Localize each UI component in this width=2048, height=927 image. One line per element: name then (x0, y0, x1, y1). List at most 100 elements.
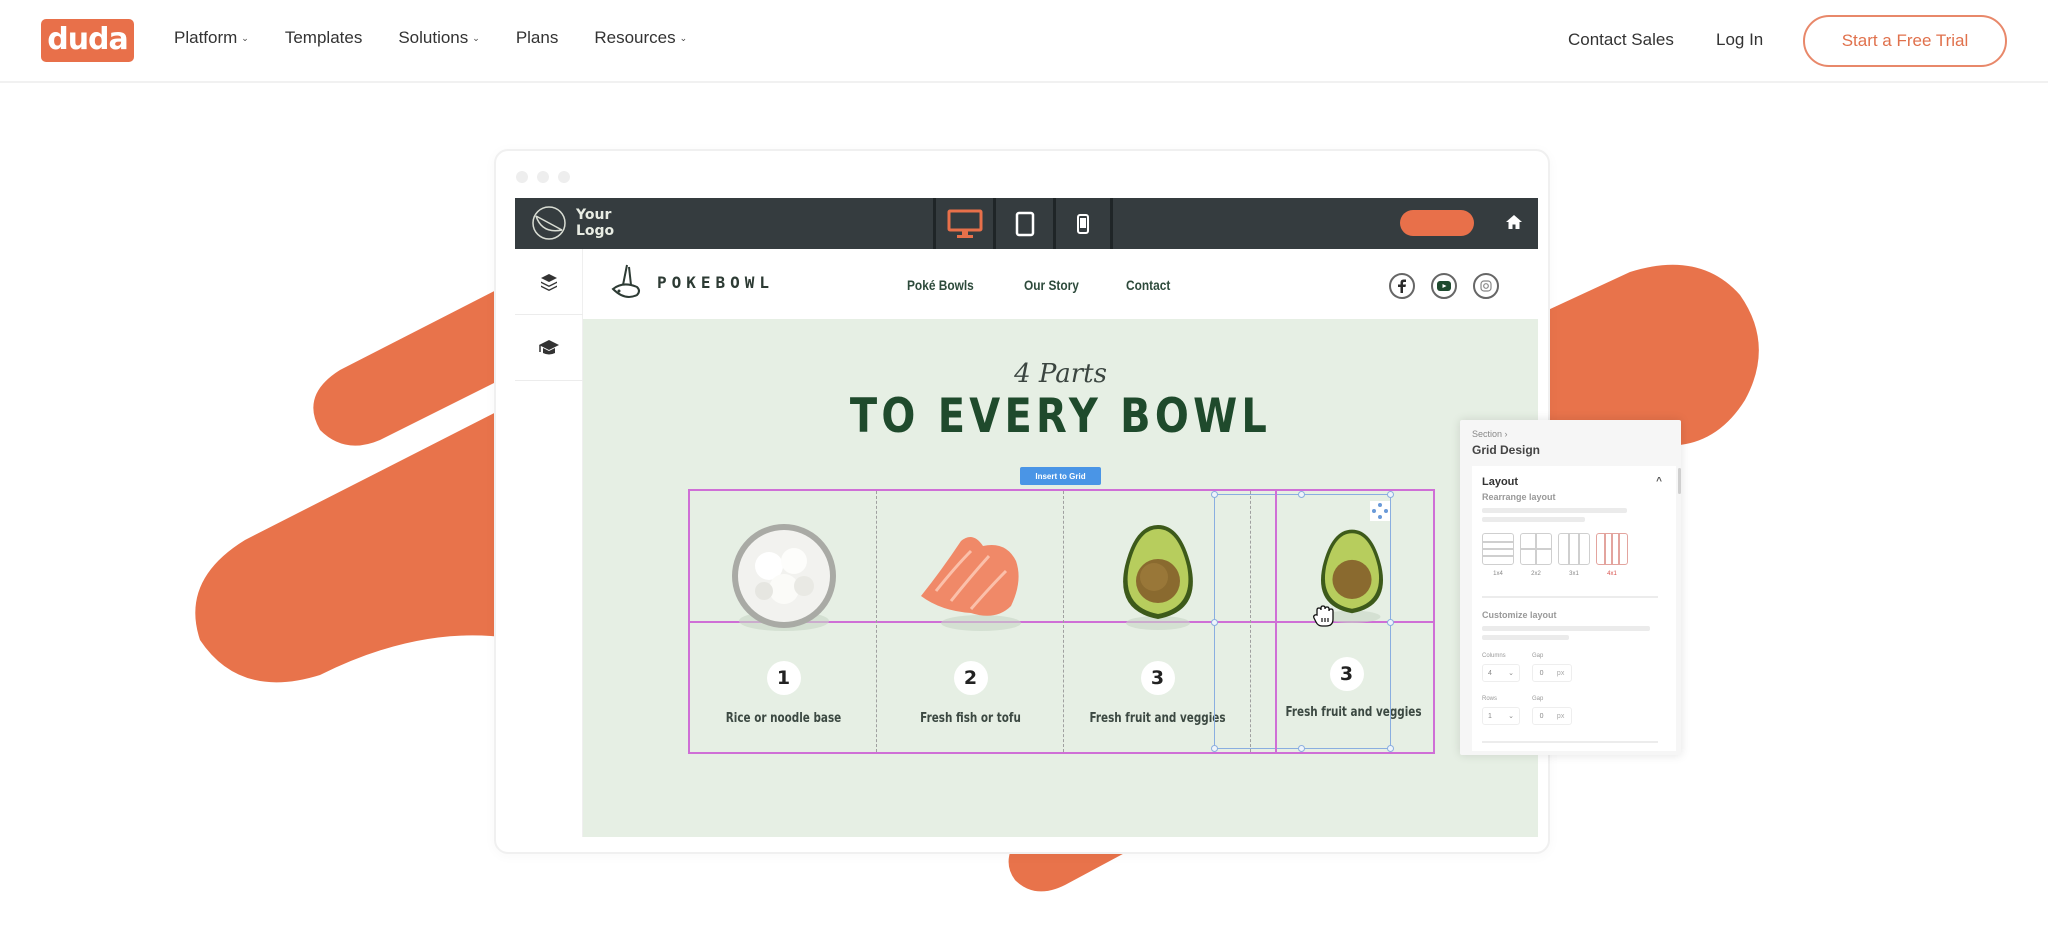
layout-option-2x2[interactable]: 2x2 (1520, 533, 1552, 577)
nav-label: Plans (515, 28, 559, 47)
start-free-trial-button[interactable]: Start a Free Trial (1803, 15, 2007, 67)
chevron-down-icon: ⌄ (241, 32, 249, 43)
contact-sales-link[interactable]: Contact Sales (1568, 30, 1674, 50)
mobile-view-button[interactable] (1053, 198, 1113, 249)
layout-option-1x4[interactable]: 1x4 (1482, 533, 1514, 577)
panel-scrollbar[interactable] (1678, 468, 1681, 494)
move-icon (1372, 503, 1388, 519)
drag-selection-box[interactable] (1211, 491, 1394, 752)
social-links (1389, 273, 1499, 299)
layout-card: Layout ^ Rearrange layout 1x4 2x2 3x1 4x… (1472, 466, 1676, 751)
column-gap-label: Gap (1532, 653, 1544, 659)
panel-breadcrumb[interactable]: Section › (1472, 429, 1508, 439)
nav-platform[interactable]: Platform ⌄ (174, 28, 249, 48)
move-handle[interactable] (1370, 501, 1390, 521)
section-title: TO EVERY BOWL (849, 389, 1272, 444)
facebook-icon (1398, 279, 1406, 293)
site-navigation: Poké Bowls Our Story Contact (907, 277, 1216, 293)
mobile-icon (1077, 213, 1089, 234)
graduation-cap-icon (539, 339, 559, 354)
tablet-view-button[interactable] (993, 198, 1053, 249)
deco-shape-left-upper (313, 283, 510, 446)
your-logo-text: Your Logo (576, 207, 614, 239)
editor-sidebar (515, 249, 583, 837)
layout-2x2-icon (1520, 533, 1552, 565)
site-canvas: POKEBOWL Poké Bowls Our Story Contact 4 … (583, 249, 1538, 837)
grid-item[interactable]: 1 Rice or noodle base (690, 491, 877, 752)
layout-section-title[interactable]: Layout (1482, 476, 1518, 488)
description-placeholder (1482, 508, 1627, 513)
youtube-link[interactable] (1431, 273, 1457, 299)
device-switcher (933, 198, 1113, 249)
layers-button[interactable] (515, 249, 583, 315)
grid-item[interactable]: 2 Fresh fish or tofu (877, 491, 1064, 752)
pokebowl-brand-name: POKEBOWL (657, 272, 775, 292)
facebook-link[interactable] (1389, 273, 1415, 299)
window-controls (516, 171, 570, 183)
window-dot (558, 171, 570, 183)
layout-option-3x1[interactable]: 3x1 (1558, 533, 1590, 577)
insert-to-grid-button[interactable]: Insert to Grid (1020, 467, 1101, 485)
description-placeholder (1482, 626, 1650, 631)
resize-handle[interactable] (1211, 619, 1218, 626)
resize-handle[interactable] (1298, 745, 1305, 752)
site-nav-poke-bowls[interactable]: Poké Bowls (907, 277, 974, 293)
deco-shape-right (1548, 264, 1759, 445)
site-nav-our-story[interactable]: Our Story (1024, 277, 1079, 293)
nav-label: Resources (594, 28, 676, 47)
row-gap-value: 0 (1539, 712, 1544, 720)
instagram-link[interactable] (1473, 273, 1499, 299)
layout-option-label: 1x4 (1493, 571, 1503, 577)
rows-value: 1 (1488, 712, 1492, 720)
pokebowl-logo[interactable]: POKEBOWL (609, 261, 774, 303)
columns-label: Columns (1482, 653, 1506, 659)
layout-option-label: 2x2 (1531, 571, 1541, 577)
row-gap-input[interactable]: 0 px (1532, 707, 1572, 725)
nav-solutions[interactable]: Solutions ⌄ (398, 28, 479, 48)
resize-handle[interactable] (1211, 745, 1218, 752)
nav-label: Templates (284, 28, 363, 47)
unit-label: px (1556, 712, 1565, 720)
chevron-down-icon: ⌄ (472, 32, 480, 43)
home-icon (1506, 215, 1522, 229)
column-gap-value: 0 (1539, 669, 1544, 677)
nav-plans[interactable]: Plans (516, 28, 559, 48)
chevron-down-icon: ⌄ (1508, 713, 1514, 720)
rows-label: Rows (1482, 696, 1498, 702)
logo-line-1: Your (576, 207, 612, 223)
layout-option-4x1[interactable]: 4x1 (1596, 533, 1628, 577)
chevron-down-icon: ⌄ (679, 32, 688, 43)
row-gap-label: Gap (1532, 696, 1544, 702)
column-gap-input[interactable]: 0 px (1532, 664, 1572, 682)
log-in-link[interactable]: Log In (1716, 30, 1763, 50)
duda-logo[interactable]: duda (41, 19, 134, 62)
collapse-icon[interactable]: ^ (1656, 476, 1662, 487)
grab-cursor-icon (1313, 605, 1334, 627)
site-nav-contact[interactable]: Contact (1126, 277, 1170, 293)
resize-handle[interactable] (1211, 491, 1218, 498)
rows-select[interactable]: 1 ⌄ (1482, 707, 1520, 725)
window-dot (516, 171, 528, 183)
publish-button[interactable] (1400, 210, 1474, 236)
nav-templates[interactable]: Templates (285, 28, 362, 48)
grid-design-panel: Section › Grid Design Layout ^ Rearrange… (1460, 420, 1681, 755)
customize-layout-label: Customize layout (1482, 610, 1557, 620)
window-dot (537, 171, 549, 183)
nav-resources[interactable]: Resources ⌄ (594, 28, 687, 48)
your-logo: Your Logo (530, 204, 614, 242)
layout-option-label: 3x1 (1569, 571, 1579, 577)
logo-line-2: Logo (576, 223, 615, 239)
logo-placeholder-icon (532, 206, 566, 240)
editor-mockup-window: Your Logo POKEBOWL Poké Bowls Our Story … (494, 149, 1550, 854)
resize-handle[interactable] (1387, 491, 1394, 498)
resize-handle[interactable] (1387, 619, 1394, 626)
step-caption: Fresh fruit and veggies (1089, 711, 1226, 726)
nav-label: Platform (174, 28, 238, 47)
resize-handle[interactable] (1387, 745, 1394, 752)
resize-handle[interactable] (1298, 491, 1305, 498)
academy-button[interactable] (515, 315, 583, 381)
columns-select[interactable]: 4 ⌄ (1482, 664, 1520, 682)
desktop-view-button[interactable] (933, 198, 993, 249)
home-button[interactable] (1505, 213, 1523, 236)
site-header: POKEBOWL Poké Bowls Our Story Contact (583, 249, 1538, 319)
